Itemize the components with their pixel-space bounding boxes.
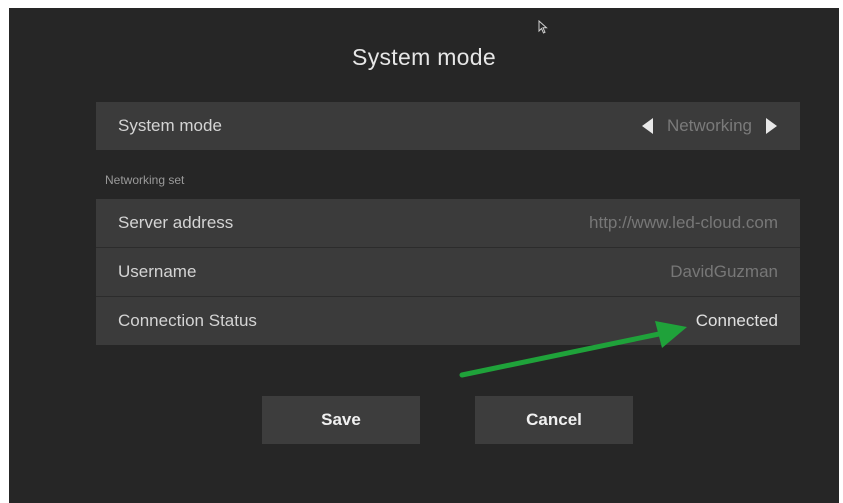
triangle-left-icon[interactable] [641,117,655,135]
system-mode-screen: System mode System mode Networking Netwo… [9,8,839,503]
connection-status-label: Connection Status [118,311,257,330]
server-address-row[interactable]: Server address http://www.led-cloud.com [96,199,800,247]
server-address-label: Server address [118,213,234,232]
system-mode-selector[interactable]: Networking [641,116,778,136]
system-mode-value: Networking [666,116,752,135]
networking-set-label: Networking set [105,173,185,187]
connection-status-value: Connected [695,311,778,330]
server-address-value: http://www.led-cloud.com [589,213,778,232]
save-button[interactable]: Save [262,396,420,444]
system-mode-row[interactable]: System mode Networking [96,102,800,150]
connection-status-row[interactable]: Connection Status Connected [96,297,800,345]
mouse-pointer-icon [538,20,548,34]
username-row[interactable]: Username DavidGuzman [96,248,800,296]
triangle-right-icon[interactable] [764,117,778,135]
username-label: Username [118,262,197,281]
cancel-button[interactable]: Cancel [475,396,633,444]
username-value: DavidGuzman [670,262,778,281]
dialog-title: System mode [352,44,496,70]
system-mode-label: System mode [118,116,222,135]
